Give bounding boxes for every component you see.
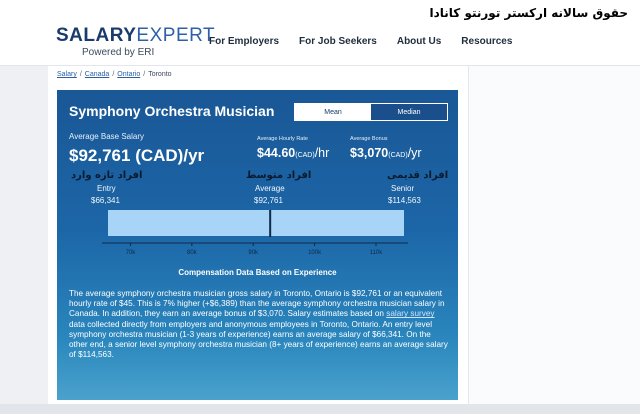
- logo-salary-text: SALARY: [56, 25, 137, 46]
- breadcrumb-toronto: Toronto: [148, 71, 172, 78]
- salary-description: The average symphony orchestra musician …: [69, 289, 449, 360]
- chart-tick-label: 110k: [370, 250, 384, 256]
- compensation-title: Compensation Data Based on Experience: [178, 268, 337, 277]
- site-header: SALARYEXPERT Powered by ERI For Employer…: [0, 22, 640, 66]
- right-sidebar: [468, 66, 640, 408]
- nav-for-employers[interactable]: For Employers: [209, 36, 279, 47]
- breadcrumb-salary[interactable]: Salary: [57, 71, 77, 78]
- chart-tick-label: 70k: [126, 250, 137, 256]
- breadcrumb-separator: /: [79, 71, 82, 78]
- description-text-2: data collected directly from employers a…: [69, 319, 448, 360]
- breadcrumb-separator: /: [112, 71, 115, 78]
- logo-expert-text: EXPERT: [136, 25, 216, 46]
- nav-for-job-seekers[interactable]: For Job Seekers: [299, 36, 377, 47]
- bottom-scroll-strip: [0, 404, 640, 414]
- page-overlay-title: حقوق سالانه ارکستر تورنتو کانادا: [429, 6, 628, 20]
- chart-tick-label: 100k: [308, 250, 322, 256]
- breadcrumb-canada[interactable]: Canada: [85, 71, 110, 78]
- left-gutter: [0, 66, 48, 408]
- main-nav: For Employers For Job Seekers About Us R…: [209, 36, 532, 47]
- nav-about-us[interactable]: About Us: [397, 36, 441, 47]
- salary-card: Symphony Orchestra Musician Mean Median …: [57, 90, 458, 400]
- logo-tagline: Powered by ERI: [82, 47, 155, 58]
- breadcrumb: Salary / Canada / Ontario / Toronto: [57, 71, 172, 78]
- salaryexpert-logo[interactable]: SALARYEXPERT Powered by ERI: [56, 26, 215, 62]
- breadcrumb-separator: /: [143, 71, 146, 78]
- chart-tick-label: 90k: [248, 250, 259, 256]
- nav-resources[interactable]: Resources: [461, 36, 512, 47]
- salary-range-bar: [108, 210, 404, 236]
- chart-tick-label: 80k: [187, 250, 198, 256]
- breadcrumb-ontario[interactable]: Ontario: [117, 71, 140, 78]
- salary-range-chart: 70k 80k 90k 100k 110k: [102, 210, 408, 256]
- salary-survey-link[interactable]: salary survey: [386, 309, 434, 318]
